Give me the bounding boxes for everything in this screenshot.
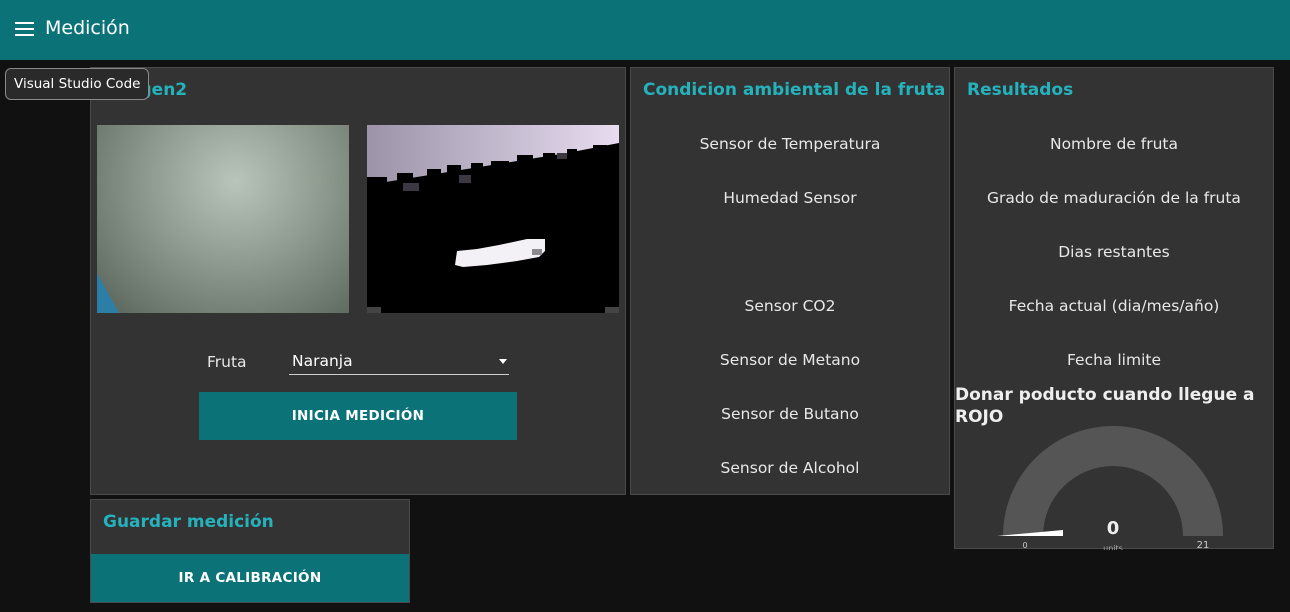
result-limit-date: Fecha limite	[1066, 351, 1161, 369]
camera-image	[97, 125, 349, 313]
sensor-butane: Sensor de Butano	[721, 405, 859, 423]
fruit-select[interactable]: Naranja	[289, 350, 509, 375]
gauge: 0 units 0 21	[997, 426, 1223, 550]
sensor-methane: Sensor de Metano	[719, 351, 861, 369]
gauge-max: 21	[1197, 540, 1210, 550]
top-bar: Medición	[0, 0, 1290, 60]
processed-image	[367, 125, 619, 313]
result-days-left: Dias restantes	[1058, 243, 1170, 261]
page-title: Medición	[45, 17, 130, 39]
environment-panel-title: Condicion ambiental de la fruta	[643, 80, 946, 100]
tooltip: Visual Studio Code	[5, 68, 150, 100]
fruit-select-value: Naranja	[292, 352, 353, 370]
sensor-co2: Sensor CO2	[744, 297, 836, 315]
environment-panel: Condicion ambiental de la fruta Sensor d…	[630, 67, 950, 495]
result-fruit-name: Nombre de fruta	[1049, 135, 1179, 153]
result-current-date: Fecha actual (dia/mes/año)	[1008, 297, 1220, 315]
sensor-humidity: Humedad Sensor	[723, 189, 857, 207]
save-panel-title: Guardar medición	[103, 512, 274, 532]
gauge-min: 0	[1022, 541, 1027, 550]
results-panel-title: Resultados	[967, 80, 1074, 100]
chevron-down-icon	[499, 359, 507, 364]
image-panel: Imagen2	[90, 67, 626, 495]
gauge-units: units	[1103, 544, 1123, 550]
calibration-button[interactable]: IR A CALIBRACIÓN	[91, 554, 409, 602]
save-panel: Guardar medición IR A CALIBRACIÓN	[90, 499, 410, 603]
sensor-temperature: Sensor de Temperatura	[699, 135, 881, 153]
results-panel: Resultados Nombre de fruta Grado de madu…	[954, 67, 1274, 550]
menu-icon[interactable]	[15, 22, 34, 38]
gauge-value: 0	[1107, 518, 1120, 539]
fruit-label: Fruta	[207, 353, 247, 371]
result-ripeness: Grado de maduración de la fruta	[987, 189, 1241, 207]
sensor-alcohol: Sensor de Alcohol	[720, 459, 860, 477]
start-measurement-button[interactable]: INICIA MEDICIÓN	[199, 392, 517, 440]
